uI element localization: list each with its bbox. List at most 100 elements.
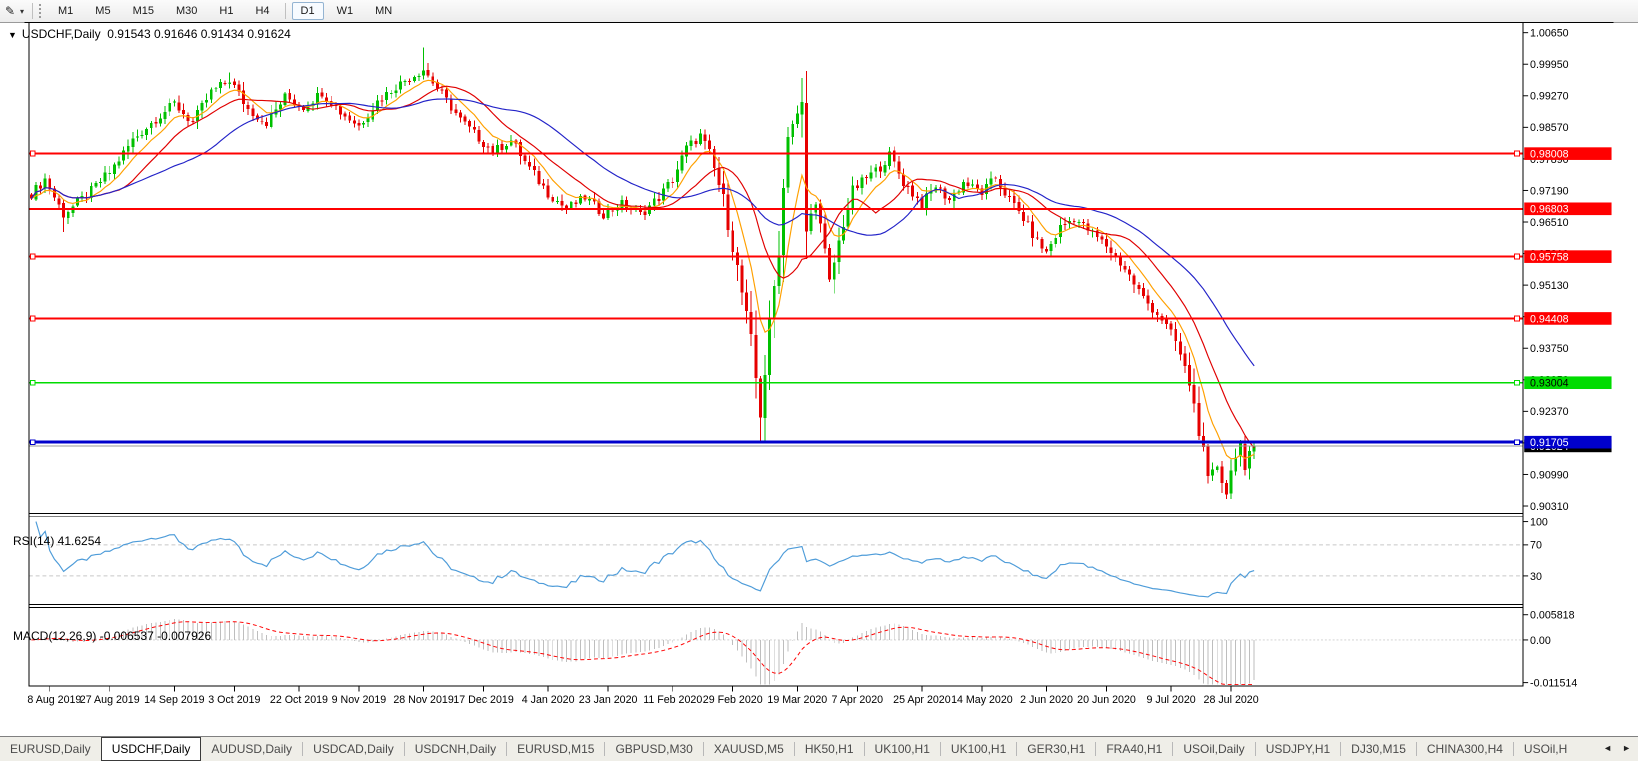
svg-text:0.96803: 0.96803 — [1530, 204, 1569, 216]
macd-indicator-label: MACD(12,26,9) -0.006537 -0.007926 — [13, 629, 212, 643]
svg-text:0.93750: 0.93750 — [1530, 343, 1569, 355]
svg-text:0.92370: 0.92370 — [1530, 406, 1569, 418]
svg-text:11 Feb 2020: 11 Feb 2020 — [643, 694, 702, 706]
svg-text:0.98008: 0.98008 — [1530, 149, 1569, 161]
timeframe-button-m30[interactable]: M30 — [167, 2, 206, 20]
svg-text:27 Aug 2019: 27 Aug 2019 — [80, 694, 140, 706]
tab-usdcnh-daily[interactable]: USDCNH,Daily — [405, 737, 506, 761]
tab-ger30-h1[interactable]: GER30,H1 — [1017, 737, 1095, 761]
svg-text:0.97190: 0.97190 — [1530, 185, 1569, 197]
macd-histogram — [35, 619, 1255, 685]
price-level-badge: 0.98008 — [1524, 147, 1612, 161]
timeframe-button-m15[interactable]: M15 — [124, 2, 163, 20]
tab-audusd-daily[interactable]: AUDUSD,Daily — [201, 737, 302, 761]
svg-text:2 Jun 2020: 2 Jun 2020 — [1020, 694, 1073, 706]
svg-text:9 Jul 2020: 9 Jul 2020 — [1147, 694, 1196, 706]
svg-text:1.00650: 1.00650 — [1530, 28, 1569, 40]
svg-text:30: 30 — [1530, 571, 1542, 583]
tab-scroll-right-icon[interactable]: ► — [1617, 743, 1636, 753]
chart-canvas[interactable]: 1.006500.999500.992700.985700.978900.971… — [0, 22, 1638, 735]
horizontal-level-lines[interactable] — [28, 150, 1523, 446]
svg-text:0.93004: 0.93004 — [1530, 378, 1569, 390]
svg-text:70: 70 — [1530, 540, 1542, 552]
svg-text:14 May 2020: 14 May 2020 — [951, 694, 1013, 706]
chart-tab-bar: EURUSD,Daily USDCHF,Daily AUDUSD,Daily USDC… — [0, 736, 1638, 761]
svg-text:28 Nov 2019: 28 Nov 2019 — [393, 694, 454, 706]
draw-tool-caret-icon[interactable]: ▾ — [20, 7, 24, 16]
toolbar-separator — [284, 3, 286, 19]
svg-text:0.005818: 0.005818 — [1530, 610, 1575, 622]
svg-text:0.00: 0.00 — [1530, 635, 1551, 647]
price-level-badge: 0.91705 — [1524, 435, 1612, 449]
svg-text:22 Oct 2019: 22 Oct 2019 — [270, 694, 328, 706]
price-level-badge: 0.93004 — [1524, 376, 1612, 390]
chart-collapse-icon[interactable]: ▼ — [8, 30, 17, 40]
svg-text:0.95130: 0.95130 — [1530, 280, 1569, 292]
tab-uk100-h1[interactable]: UK100,H1 — [941, 737, 1016, 761]
timeframe-button-mn[interactable]: MN — [366, 2, 401, 20]
tab-xauusd-m5[interactable]: XAUUSD,M5 — [704, 737, 794, 761]
timeframe-button-m5[interactable]: M5 — [86, 2, 119, 20]
toolbar-separator — [32, 3, 34, 19]
tab-usdjpy-h1[interactable]: USDJPY,H1 — [1256, 737, 1340, 761]
svg-text:0.99950: 0.99950 — [1530, 59, 1569, 71]
ma-fast-line — [30, 79, 1255, 460]
price-level-badge: 0.94408 — [1524, 312, 1612, 325]
chart-ohlc-values: 0.91543 0.91646 0.91434 0.91624 — [107, 27, 291, 41]
svg-text:19 Mar 2020: 19 Mar 2020 — [767, 694, 827, 706]
timeframe-button-group: M1 M5 M15 M30 H1 H4 D1 W1 MN — [47, 2, 403, 20]
svg-text:23 Jan 2020: 23 Jan 2020 — [579, 694, 638, 706]
rsi-line — [35, 521, 1255, 598]
svg-text:14 Sep 2019: 14 Sep 2019 — [144, 694, 205, 706]
ma-slow-line — [30, 98, 1255, 367]
svg-text:0.99270: 0.99270 — [1530, 91, 1569, 103]
tab-scroll-left-icon[interactable]: ◄ — [1598, 743, 1617, 753]
svg-text:29 Feb 2020: 29 Feb 2020 — [703, 694, 763, 706]
timeframe-button-m1[interactable]: M1 — [49, 2, 82, 20]
toolbar-grip-handle[interactable] — [39, 4, 42, 18]
svg-text:9 Nov 2019: 9 Nov 2019 — [332, 694, 387, 706]
draw-tool-icon[interactable]: ✎ — [0, 4, 20, 18]
rsi-pane-resize-handle[interactable] — [28, 512, 1523, 517]
tab-scroll-buttons: ◄ ► — [1598, 737, 1636, 759]
svg-text:0.91705: 0.91705 — [1530, 437, 1569, 449]
macd-axis[interactable]: 0.005818 0.00 -0.011514 — [1523, 610, 1577, 690]
top-toolbar: ✎ ▾ M1 M5 M15 M30 H1 H4 D1 W1 MN — [0, 0, 1638, 23]
tab-dj30-m15[interactable]: DJ30,M15 — [1341, 737, 1416, 761]
svg-text:3 Oct 2019: 3 Oct 2019 — [208, 694, 260, 706]
tab-eurusd-m15[interactable]: EURUSD,M15 — [507, 737, 604, 761]
svg-text:20 Jun 2020: 20 Jun 2020 — [1077, 694, 1136, 706]
tab-usdcad-daily[interactable]: USDCAD,Daily — [303, 737, 404, 761]
date-axis[interactable]: 8 Aug 201927 Aug 2019 14 Sep 2019 3 Oct 20… — [27, 686, 1259, 706]
tab-eurusd-daily[interactable]: EURUSD,Daily — [0, 737, 101, 761]
timeframe-button-d1[interactable]: D1 — [291, 2, 324, 20]
svg-text:17 Dec 2019: 17 Dec 2019 — [453, 694, 514, 706]
timeframe-button-w1[interactable]: W1 — [328, 2, 363, 20]
svg-text:0.96510: 0.96510 — [1530, 217, 1569, 229]
tab-usdchf-daily[interactable]: USDCHF,Daily — [100, 737, 202, 761]
timeframe-button-h4[interactable]: H4 — [246, 2, 278, 20]
tab-gbpusd-m30[interactable]: GBPUSD,M30 — [605, 737, 702, 761]
svg-text:0.90310: 0.90310 — [1530, 501, 1569, 513]
svg-text:0.95758: 0.95758 — [1530, 252, 1569, 264]
tab-fra40-h1[interactable]: FRA40,H1 — [1096, 737, 1172, 761]
tab-china300-h4[interactable]: CHINA300,H4 — [1417, 737, 1513, 761]
svg-text:0.98570: 0.98570 — [1530, 122, 1569, 134]
timeframe-button-h1[interactable]: H1 — [210, 2, 242, 20]
rsi-indicator-label: RSI(14) 41.6254 — [13, 534, 102, 548]
macd-pane-resize-handle[interactable] — [28, 604, 1523, 608]
chart-title: ▼ USDCHF,Daily 0.91543 0.91646 0.91434 0.… — [8, 27, 291, 41]
tab-usoil-h[interactable]: USOil,H — [1514, 737, 1577, 761]
svg-text:-0.011514: -0.011514 — [1530, 677, 1577, 689]
tab-uk100-h1[interactable]: UK100,H1 — [865, 737, 940, 761]
ma-medium-line — [30, 85, 1255, 449]
svg-text:8 Aug 2019: 8 Aug 2019 — [27, 694, 81, 706]
svg-text:4 Jan 2020: 4 Jan 2020 — [522, 694, 575, 706]
svg-text:0.90990: 0.90990 — [1530, 469, 1569, 481]
chart-symbol-label: USDCHF,Daily — [21, 27, 101, 41]
tab-hk50-h1[interactable]: HK50,H1 — [795, 737, 864, 761]
price-level-badge: 0.96803 — [1524, 202, 1612, 216]
rsi-axis[interactable]: 100 70 30 — [1523, 516, 1548, 583]
svg-text:7 Apr 2020: 7 Apr 2020 — [832, 694, 884, 706]
tab-usoil-daily[interactable]: USOil,Daily — [1173, 737, 1254, 761]
